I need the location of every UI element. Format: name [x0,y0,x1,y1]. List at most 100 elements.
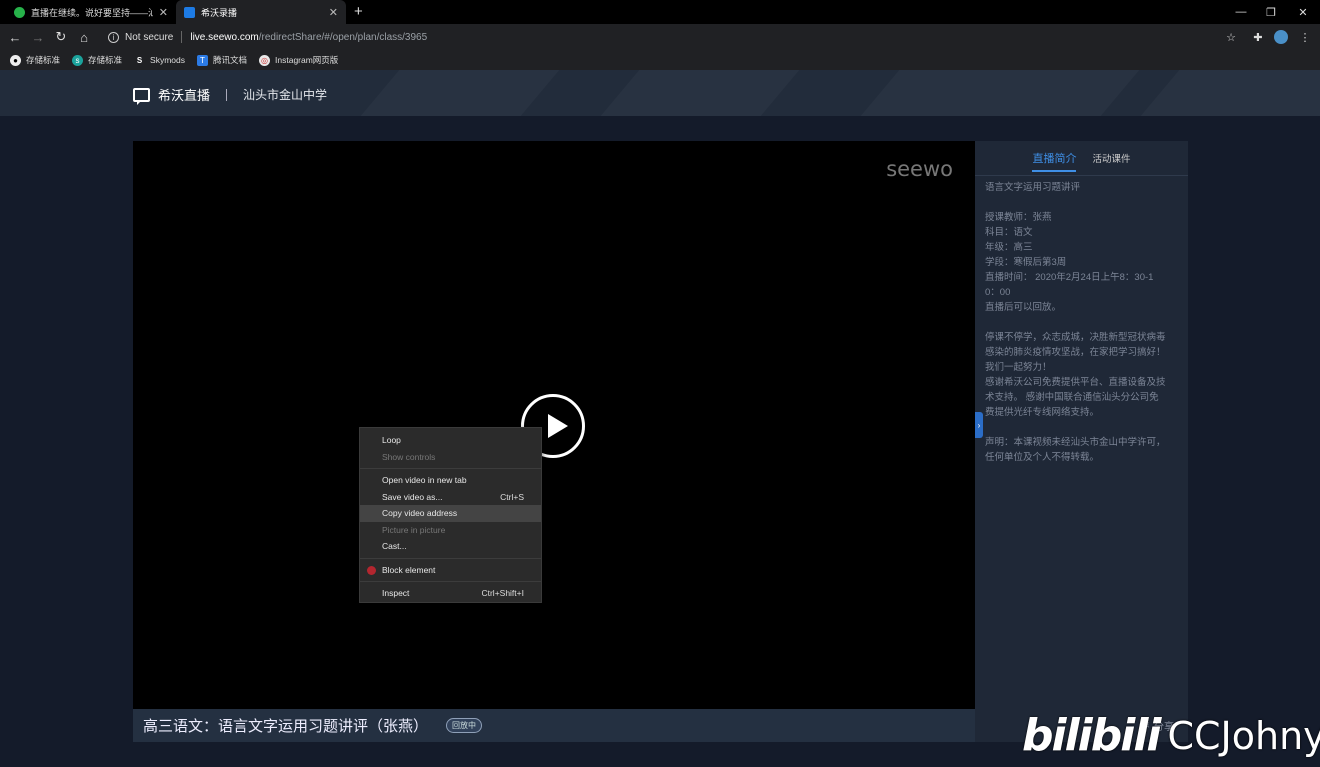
menu-item-inspect[interactable]: Inspect Ctrl+Shift+I [360,585,541,602]
menu-item-save-video[interactable]: Save video as... Ctrl+S [360,489,541,506]
close-icon[interactable]: ✕ [329,6,338,19]
panel-gap [985,420,1178,435]
panel-line: 直播后可以回放。 [985,302,1062,313]
bookmark-item[interactable]: s 存储标准 [72,54,122,66]
panel-line: 授课教师：张燕 [985,212,1052,223]
menu-item-loop[interactable]: Loop [360,432,541,449]
reload-icon[interactable]: ↻ [52,28,70,46]
bookmark-label: 腾讯文档 [213,55,248,65]
seewo-logo: seewo [886,157,953,181]
menu-item-open-video-new-tab[interactable]: Open video in new tab [360,472,541,489]
panel-line: 感染的肺炎疫情攻坚战，在家把学习搞好！ [985,347,1166,358]
watermark: bilibili CCJohny [1022,710,1320,761]
doc-icon: T [197,54,208,66]
panel-line: 学段：寒假后第3周 [985,257,1067,268]
bookmark-label: Instagram网页版 [275,55,339,65]
status-badge: 回放中 [446,718,483,733]
menu-item-label: Inspect [382,588,410,599]
menu-separator [360,557,541,559]
panel-line: 费提供光纤专线网络支持。 [985,407,1100,418]
profile-avatar-icon[interactable] [1274,30,1288,44]
s-icon: s [72,54,84,66]
bookmark-item[interactable]: ◎ Instagram网页版 [259,54,338,66]
close-window-icon[interactable]: ✕ [1288,0,1318,24]
tab-title: 直播在继续。说好要坚持——汕 [31,7,153,18]
close-icon[interactable]: ✕ [159,6,168,19]
bookmark-item[interactable]: T 腾讯文档 [197,54,247,66]
address-bar[interactable]: i Not secure live.seewo.com /redirectSha… [100,27,1244,47]
panel-line: 感谢希沃公司免费提供平台、直播设备及技 [985,377,1166,388]
instagram-icon: ◎ [259,54,271,66]
panel-gap [985,315,1178,330]
menu-item-label: Copy video address [382,508,458,519]
minimize-icon[interactable]: — [1226,0,1256,24]
block-icon [367,565,376,575]
star-icon[interactable]: ☆ [1224,30,1238,44]
bookmark-label: Skymods [150,55,185,65]
menu-item-label: Loop [382,435,401,446]
home-icon[interactable]: ⌂ [75,28,93,46]
menu-icon[interactable]: ⋮ [1298,30,1312,44]
panel-line: 我们一起努力！ [985,362,1052,373]
panel-line: 语言文字运用习题讲评 [985,182,1081,193]
restore-icon[interactable]: ❐ [1256,0,1286,24]
panel-line: 年级：高三 [985,242,1033,253]
tab-intro[interactable]: 直播简介 [1032,150,1077,172]
divider [181,31,183,43]
context-menu: Loop Show controls Open video in new tab… [359,427,542,603]
menu-item-label: Picture in picture [382,524,446,535]
browser-toolbar: ← → ↻ ⌂ i Not secure live.seewo.com /red… [0,24,1320,50]
brand-name: 希沃直播 [158,88,211,103]
extensions-icon[interactable]: ✚ [1251,30,1265,44]
chat-icon [133,87,150,105]
bookmark-item[interactable]: ● 存储标准 [10,54,60,66]
panel-line: 科目：语文 [985,227,1033,238]
tab-strip: 直播在继续。说好要坚持——汕 ✕ 希沃录播 ✕ + — ❐ ✕ [0,0,1320,24]
new-tab-button[interactable]: + [354,3,363,20]
panel-line: 停课不停学，众志成城，决胜新型冠状病毒 [985,332,1166,343]
url-path: /redirectShare/#/open/plan/class/3965 [258,31,428,43]
menu-item-label: Save video as... [382,491,443,502]
info-panel: 直播简介 活动课件 语言文字运用习题讲评 授课教师：张燕 科目：语文年级：高三学段：… [975,141,1188,709]
video-title: 高三语文：语言文字运用习题讲评（张燕） [143,717,429,735]
menu-item-label: Open video in new tab [382,475,467,486]
seewo-icon [184,6,195,18]
panel-line: 术支持。 感谢中国联合通信汕头分公司免 [985,392,1159,403]
back-icon[interactable]: ← [6,28,24,46]
s-letter-icon: S [136,55,143,65]
menu-item-label: Block element [382,564,436,575]
bookmark-label: 存储标准 [26,55,61,65]
video-title-bar: 高三语文：语言文字运用习题讲评（张燕） 回放中 [133,709,975,742]
video-player[interactable]: seewo [133,141,975,709]
panel-line: 任何单位及个人不得转载。 [985,452,1100,463]
bilibili-logo: bilibili [1022,710,1161,761]
url-host: live.seewo.com [190,31,259,43]
info-icon[interactable]: i [108,31,119,43]
browser-tab-2[interactable]: 希沃录播 ✕ [176,0,346,24]
header-decoration [861,70,1140,116]
watermark-name: CCJohny [1167,713,1320,758]
menu-separator [360,581,541,582]
browser-tab-1[interactable]: 直播在继续。说好要坚持——汕 ✕ [6,0,176,24]
menu-item-show-controls: Show controls [360,449,541,466]
tab-courseware[interactable]: 活动课件 [1092,151,1130,165]
wechat-icon [14,6,25,18]
site-brand[interactable]: 希沃直播 汕头市金山中学 [133,85,327,105]
panel-line: 声明：本课视频未经汕头市金山中学许可， [985,437,1166,448]
menu-item-block-element[interactable]: Block element [360,562,541,579]
menu-separator [360,468,541,469]
menu-item-label: Show controls [382,451,436,462]
panel-line: 0：00 [985,287,1011,298]
header-decoration [601,70,800,116]
header-decoration [1141,70,1320,116]
menu-item-copy-video-address[interactable]: Copy video address [360,505,541,522]
menu-item-cast[interactable]: Cast... [360,538,541,555]
collapse-panel-icon[interactable]: › [975,412,983,438]
bookmark-item[interactable]: S Skymods [134,55,185,66]
menu-shortcut: Ctrl+Shift+I [481,588,524,599]
header-decoration [361,70,560,116]
menu-item-picture-in-picture: Picture in picture [360,522,541,539]
security-label: Not secure [125,31,174,43]
forward-icon[interactable]: → [29,28,47,46]
bookmark-label: 存储标准 [88,55,123,65]
